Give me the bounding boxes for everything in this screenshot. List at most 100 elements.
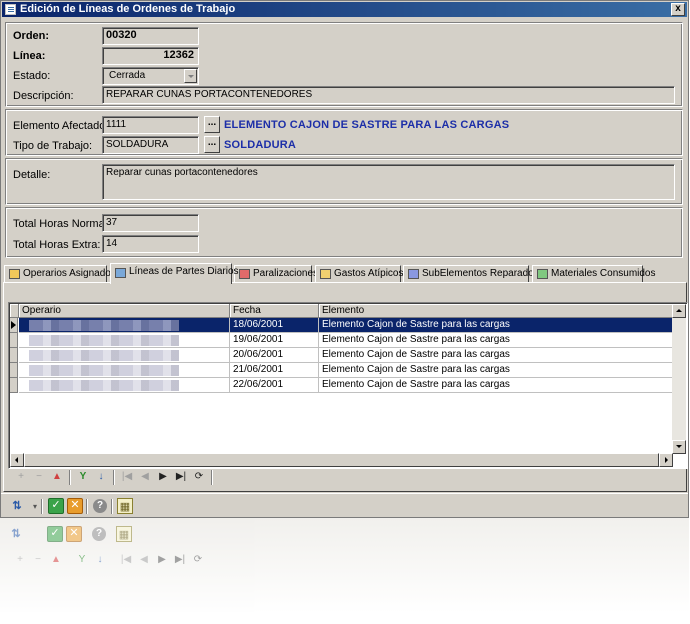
table-row[interactable]: 21/06/2001 Elemento Cajon de Sastre para… (10, 363, 677, 378)
scroll-up-button[interactable] (672, 304, 686, 318)
estado-value: Cerrada (109, 70, 146, 81)
tab-lineas-partes-diarios[interactable]: Líneas de Partes Diarios (110, 263, 239, 284)
title-bar: Edición de Líneas de Ordenes de Trabajo … (2, 2, 687, 17)
reflected-up-icon: ▲ (51, 554, 61, 565)
operario-cell (19, 378, 230, 393)
table-row[interactable]: 18/06/2001 Elemento Cajon de Sastre para… (10, 318, 677, 333)
detail-group: Detalle: Reparar cunas portacontenedores (5, 158, 683, 205)
operario-cell (19, 318, 230, 333)
refresh-button[interactable]: ⟳ (191, 469, 207, 485)
elemento-cell: Elemento Cajon de Sastre para las cargas (319, 318, 677, 333)
hours-group: Total Horas Normales: 37 Total Horas Ext… (5, 207, 683, 258)
tab-label: Materiales Consumidos (551, 268, 656, 279)
operario-cell (19, 333, 230, 348)
grid-horizontal-scrollbar[interactable] (10, 453, 673, 467)
redacted-name (29, 320, 179, 331)
orden-field[interactable]: 00320 (102, 27, 199, 45)
tab-operarios-asignados[interactable]: Operarios Asignados (4, 265, 116, 283)
redacted-name (29, 365, 179, 376)
elemento-cell: Elemento Cajon de Sastre para las cargas (319, 378, 677, 393)
prev-record-button[interactable]: ◀ (137, 469, 153, 485)
descripcion-field[interactable]: REPARAR CUNAS PORTACONTENEDORES (102, 86, 675, 104)
column-header-fecha[interactable]: Fecha (230, 304, 319, 318)
reflected-help-icon: ? (91, 526, 107, 542)
scroll-left-button[interactable] (10, 453, 24, 467)
last-record-button[interactable]: ▶| (173, 469, 189, 485)
estado-label: Estado: (13, 70, 51, 82)
detalle-textarea[interactable]: Reparar cunas portacontenedores (102, 164, 675, 200)
tree-menu-icon[interactable]: ⇅ (9, 498, 25, 514)
row-indicator (10, 378, 18, 393)
operario-cell (19, 363, 230, 378)
operario-cell (19, 348, 230, 363)
tipo-trabajo-description: SOLDADURA (224, 139, 297, 151)
horas-extra-field[interactable]: 14 (102, 235, 199, 253)
table-row[interactable]: 22/06/2001 Elemento Cajon de Sastre para… (10, 378, 677, 393)
scroll-thumb[interactable] (24, 453, 659, 467)
first-record-button[interactable]: |◀ (119, 469, 135, 485)
tipo-trabajo-field[interactable]: SOLDADURA (102, 136, 199, 154)
row-indicator (10, 363, 18, 378)
accept-button[interactable]: ✓ (48, 498, 64, 514)
tab-label: Paralizaciones (253, 268, 319, 279)
fecha-cell: 22/06/2001 (230, 378, 319, 393)
scroll-right-button[interactable] (659, 453, 673, 467)
reflected-last-icon: ▶| (174, 554, 186, 565)
tab-subelementos-reparados[interactable]: SubElementos Reparados (403, 265, 539, 283)
toolbar-separator (113, 470, 115, 485)
tab-label: Líneas de Partes Diarios (129, 266, 239, 277)
table-row[interactable]: 20/06/2001 Elemento Cajon de Sastre para… (10, 348, 677, 363)
elemento-field[interactable]: 1111 (102, 116, 199, 134)
linea-field[interactable]: 12362 (102, 47, 199, 65)
window-title: Edición de Líneas de Ordenes de Trabajo (20, 3, 236, 15)
partes-grid[interactable]: Operario Fecha Elemento 18/06/2001 Eleme… (8, 302, 688, 469)
horas-extra-label: Total Horas Extra: (13, 239, 101, 251)
fecha-cell: 18/06/2001 (230, 318, 319, 333)
sort-icon[interactable]: ↓ (93, 469, 109, 485)
reflected-calc-icon: ▦ (116, 526, 132, 542)
elemento-description: ELEMENTO CAJON DE SASTRE PARA LAS CARGAS (224, 119, 510, 131)
reflected-sort-icon: ↓ (97, 554, 103, 565)
tipo-trabajo-lookup-button[interactable]: ... (204, 136, 220, 153)
close-button[interactable]: x (671, 3, 685, 16)
cancel-button[interactable]: ✕ (67, 498, 83, 514)
column-header-elemento[interactable]: Elemento (319, 304, 677, 318)
tab-materiales-consumidos[interactable]: Materiales Consumidos (532, 265, 656, 283)
descripcion-label: Descripción: (13, 90, 74, 102)
add-record-button[interactable]: + (13, 469, 29, 485)
elemento-cell: Elemento Cajon de Sastre para las cargas (319, 333, 677, 348)
help-button[interactable]: ? (92, 498, 108, 514)
column-header-operario[interactable]: Operario (19, 304, 230, 318)
reflected-first-icon: |◀ (120, 554, 132, 565)
grid-vertical-scrollbar[interactable] (672, 304, 686, 454)
elemento-lookup-button[interactable]: ... (204, 116, 220, 133)
row-indicator (10, 348, 18, 363)
tab-paralizaciones[interactable]: Paralizaciones (234, 265, 318, 283)
materials-icon (537, 269, 548, 279)
horas-normales-field[interactable]: 37 (102, 214, 199, 232)
redacted-name (29, 335, 179, 346)
estado-select[interactable]: Cerrada (102, 67, 199, 85)
tab-gastos-atipicos[interactable]: Gastos Atípicos (315, 265, 403, 283)
estado-dropdown-button[interactable] (184, 69, 197, 83)
reflected-help-glyph: ? (92, 527, 106, 541)
next-record-button[interactable]: ▶ (155, 469, 171, 485)
table-row[interactable]: 19/06/2001 Elemento Cajon de Sastre para… (10, 333, 677, 348)
calculator-button[interactable]: ▦ (117, 498, 133, 514)
reflected-delete-icon: − (35, 554, 41, 565)
toolbar-separator (69, 470, 71, 485)
reflected-cancel-icon: ✕ (66, 526, 82, 542)
list-icon (115, 268, 126, 278)
tipo-trabajo-label: Tipo de Trabajo: (13, 140, 93, 152)
delete-record-button[interactable]: − (31, 469, 47, 485)
move-up-button[interactable]: ▲ (49, 469, 65, 485)
grid-navigator: + − ▲ Y ↓ |◀ ◀ ▶ ▶| ⟳ (9, 469, 219, 487)
scroll-down-button[interactable] (672, 440, 686, 454)
window-reflection: ⇅ ✓ ✕ ? ▦ + − ▲ Y ↓ |◀ ◀ ▶ ▶| ⟳ (0, 518, 689, 624)
tab-strip: Operarios Asignados Líneas de Partes Dia… (3, 263, 687, 284)
filter-icon[interactable]: Y (75, 469, 91, 485)
fecha-cell: 21/06/2001 (230, 363, 319, 378)
bottom-toolbar: ⇅ ▾ ✓ ✕ ? ▦ (1, 493, 688, 517)
money-icon (320, 269, 331, 279)
reflected-add-icon: + (17, 554, 23, 565)
